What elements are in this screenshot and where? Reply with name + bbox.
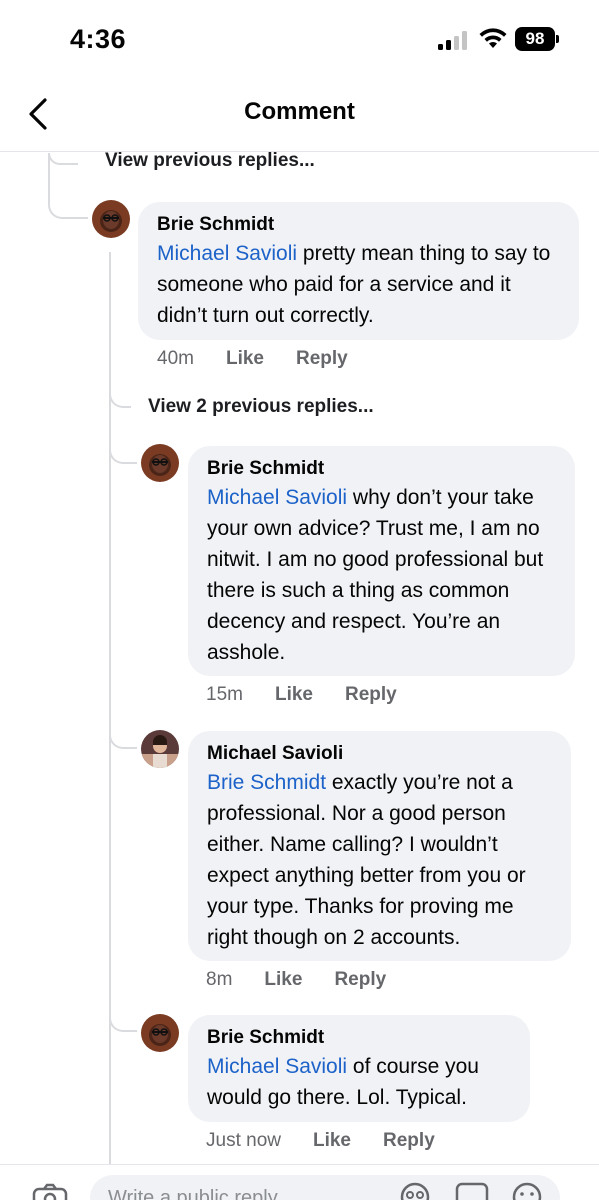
comment-time: 8m bbox=[206, 969, 233, 990]
avatar[interactable] bbox=[141, 444, 179, 482]
comment-bubble[interactable]: Brie Schmidt Michael Savioli why don’t y… bbox=[188, 446, 575, 676]
gif-icon[interactable] bbox=[455, 1181, 489, 1200]
comment-text: Michael Savioli of course you would go t… bbox=[207, 1055, 479, 1109]
comment-bubble[interactable]: Michael Savioli Brie Schmidt exactly you… bbox=[188, 731, 571, 961]
thread-connector bbox=[109, 998, 137, 1032]
avatar-sticker-icon[interactable] bbox=[398, 1181, 432, 1200]
status-time: 4:36 bbox=[70, 24, 127, 54]
comment-time: 40m bbox=[157, 348, 194, 369]
reply-composer: Write a public reply... bbox=[0, 1164, 599, 1200]
battery-icon: 98 bbox=[515, 27, 559, 51]
avatar[interactable] bbox=[141, 1014, 179, 1052]
comment-text: Michael Savioli pretty mean thing to say… bbox=[157, 242, 551, 327]
avatar[interactable] bbox=[92, 200, 130, 238]
comment-meta: 15m Like Reply bbox=[206, 684, 397, 706]
battery-level: 98 bbox=[515, 27, 555, 51]
comment-author[interactable]: Brie Schmidt bbox=[207, 456, 557, 482]
status-bar: 4:36 98 bbox=[0, 0, 599, 80]
comment-text: Michael Savioli why don’t your take your… bbox=[207, 486, 544, 664]
header: Comment bbox=[0, 80, 599, 152]
comment-bubble[interactable]: Brie Schmidt Michael Savioli of course y… bbox=[188, 1015, 530, 1122]
comment-author[interactable]: Brie Schmidt bbox=[157, 212, 561, 238]
comment-bubble[interactable]: Brie Schmidt Michael Savioli pretty mean… bbox=[138, 202, 579, 340]
like-button[interactable]: Like bbox=[275, 684, 313, 706]
mention-link[interactable]: Michael Savioli bbox=[207, 1055, 347, 1078]
reply-input[interactable]: Write a public reply... bbox=[90, 1175, 560, 1200]
reply-button[interactable]: Reply bbox=[334, 969, 386, 991]
comment-time: 15m bbox=[206, 684, 243, 705]
comment-time: Just now bbox=[206, 1130, 281, 1151]
mention-link[interactable]: Michael Savioli bbox=[207, 486, 347, 509]
cellular-signal-icon bbox=[438, 30, 470, 50]
thread-connector bbox=[48, 183, 88, 219]
reply-button[interactable]: Reply bbox=[345, 684, 397, 706]
avatar[interactable] bbox=[141, 730, 179, 768]
like-button[interactable]: Like bbox=[313, 1130, 351, 1152]
page-title: Comment bbox=[244, 98, 355, 125]
emoji-icon[interactable] bbox=[510, 1181, 544, 1200]
thread-connector bbox=[109, 715, 137, 749]
reply-button[interactable]: Reply bbox=[296, 348, 348, 370]
thread-connector bbox=[109, 380, 131, 408]
comment-author[interactable]: Michael Savioli bbox=[207, 741, 553, 767]
comment-meta: 40m Like Reply bbox=[157, 348, 348, 370]
reply-button[interactable]: Reply bbox=[383, 1130, 435, 1152]
comment-meta: Just now Like Reply bbox=[206, 1130, 435, 1152]
view-previous-replies-link[interactable]: View previous replies... bbox=[105, 150, 315, 172]
thread-connector bbox=[48, 153, 78, 165]
like-button[interactable]: Like bbox=[226, 348, 264, 370]
comment-text: Brie Schmidt exactly you’re not a profes… bbox=[207, 771, 526, 949]
like-button[interactable]: Like bbox=[264, 969, 302, 991]
mention-link[interactable]: Michael Savioli bbox=[157, 242, 297, 265]
comment-meta: 8m Like Reply bbox=[206, 969, 386, 991]
camera-icon[interactable] bbox=[32, 1183, 68, 1200]
comment-author[interactable]: Brie Schmidt bbox=[207, 1025, 512, 1051]
thread-connector bbox=[109, 434, 137, 464]
wifi-icon bbox=[478, 27, 508, 49]
mention-link[interactable]: Brie Schmidt bbox=[207, 771, 326, 794]
view-previous-replies-link[interactable]: View 2 previous replies... bbox=[148, 396, 374, 418]
